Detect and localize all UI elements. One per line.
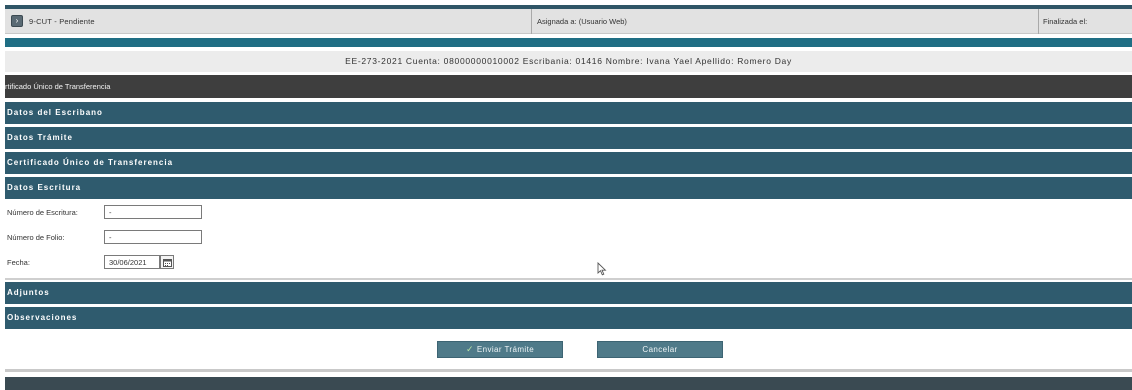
task-divider xyxy=(531,9,532,34)
section-label: Datos Escritura xyxy=(7,183,82,192)
section-label: Datos del Escribano xyxy=(7,108,103,117)
form-title: rtificado Único de Transferencia xyxy=(5,82,111,91)
numero-escritura-input[interactable] xyxy=(104,205,202,219)
case-info-bar: EE-273-2021 Cuenta: 08000000010002 Escri… xyxy=(5,51,1132,72)
calendar-button[interactable] xyxy=(160,255,174,269)
cancel-button[interactable]: Cancelar xyxy=(597,341,723,358)
bottom-divider xyxy=(5,369,1132,372)
fecha-input[interactable] xyxy=(104,255,160,269)
expand-button[interactable]: › xyxy=(11,15,23,27)
section-datos-escritura[interactable]: Datos Escritura xyxy=(5,177,1132,199)
section-observaciones[interactable]: Observaciones xyxy=(5,307,1132,329)
mouse-pointer-icon xyxy=(597,262,607,276)
chevron-right-icon: › xyxy=(15,16,19,25)
task-divider xyxy=(1038,9,1039,34)
section-label: Datos Trámite xyxy=(7,133,73,142)
section-datos-tramite[interactable]: Datos Trámite xyxy=(5,127,1132,149)
fecha-label: Fecha: xyxy=(7,258,30,267)
task-bar: › 9-CUT - Pendiente Asignada a: (Usuario… xyxy=(5,9,1132,34)
section-datos-escribano[interactable]: Datos del Escribano xyxy=(5,102,1132,124)
form-title-bar: rtificado Único de Transferencia xyxy=(5,75,1132,98)
section-label: Observaciones xyxy=(7,313,78,322)
bottom-bar xyxy=(5,377,1132,390)
calendar-icon xyxy=(163,259,172,267)
send-tramite-button[interactable]: ✓ Enviar Trámite xyxy=(437,341,563,358)
task-title: 9-CUT - Pendiente xyxy=(29,17,95,26)
cancel-button-label: Cancelar xyxy=(642,345,678,354)
numero-folio-input[interactable] xyxy=(104,230,202,244)
section-adjuntos[interactable]: Adjuntos xyxy=(5,282,1132,304)
section-label: Certificado Único de Transferencia xyxy=(7,158,174,167)
section-divider xyxy=(5,278,1132,280)
check-icon: ✓ xyxy=(465,344,474,354)
numero-escritura-label: Número de Escritura: xyxy=(7,208,78,217)
teal-band xyxy=(5,38,1132,47)
section-label: Adjuntos xyxy=(7,288,50,297)
numero-folio-label: Número de Folio: xyxy=(7,233,65,242)
send-button-label: Enviar Trámite xyxy=(476,345,535,354)
task-finished: Finalizada el: xyxy=(1043,17,1088,26)
task-assigned: Asignada a: (Usuario Web) xyxy=(537,17,627,26)
section-certificado[interactable]: Certificado Único de Transferencia xyxy=(5,152,1132,174)
